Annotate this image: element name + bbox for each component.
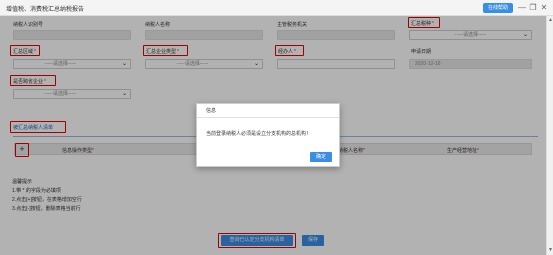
dialog-title: 信息 [197,104,339,118]
window-title: 增值税、消费税汇总纳税报告 [6,7,85,13]
restore-icon[interactable]: ❐ [528,2,538,14]
minimize-icon[interactable]: — [517,2,527,14]
scrollbar[interactable]: ▲ ▼ [546,16,553,255]
ok-button[interactable]: 确定 [310,152,332,162]
online-help-button[interactable]: 在线帮助 [483,3,513,13]
close-icon[interactable]: ✕ [539,2,549,14]
scroll-down-icon[interactable]: ▼ [547,247,553,253]
title-bar: 增值税、消费税汇总纳税报告 在线帮助 — ❐ ✕ [0,0,553,16]
info-dialog: 信息 当前登录纳税人必须是设立分支机构的总机构！ 确定 [196,103,340,167]
dialog-message: 当前登录纳税人必须是设立分支机构的总机构！ [206,131,312,137]
scroll-up-icon[interactable]: ▲ [547,17,553,23]
